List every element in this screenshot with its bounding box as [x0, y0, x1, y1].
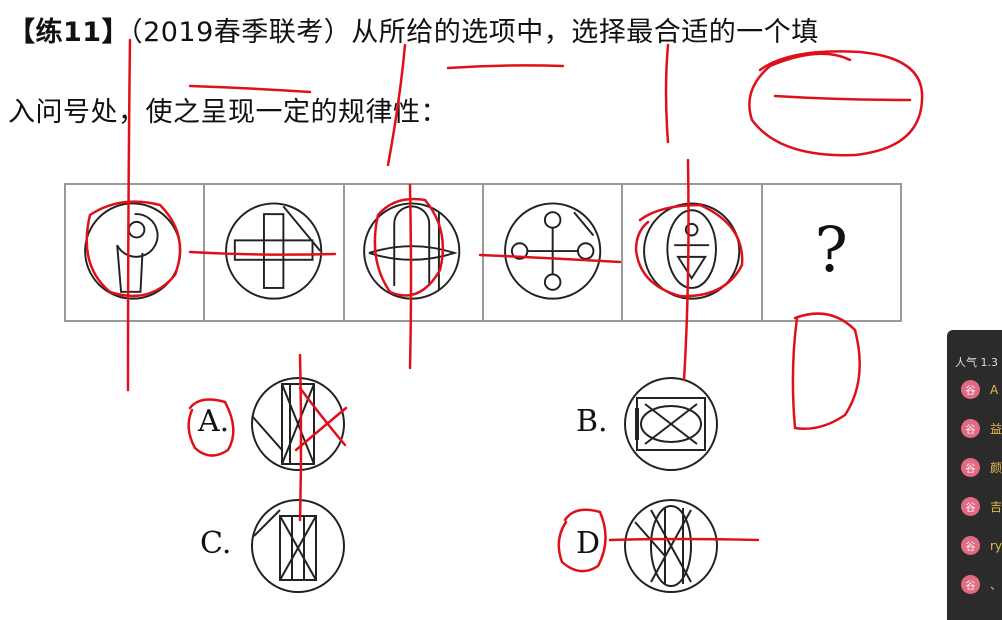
- option-a-figure[interactable]: [248, 374, 348, 474]
- option-c-figure[interactable]: [248, 496, 348, 596]
- chat-message: 吉: [990, 500, 1002, 514]
- user-avatar-icon: 谷: [961, 536, 980, 555]
- user-avatar-icon: 谷: [961, 419, 980, 438]
- figure-strip: ?: [64, 183, 902, 322]
- user-avatar-icon: 谷: [961, 575, 980, 594]
- user-avatar-icon: 谷: [961, 497, 980, 516]
- figure-cell-3: [345, 185, 484, 320]
- option-d-label[interactable]: D: [576, 526, 600, 561]
- chat-popularity-label: 人气 1.3: [955, 356, 998, 369]
- figure-3-capsule: [362, 202, 460, 300]
- figure-cell-1: [66, 185, 206, 320]
- chat-item[interactable]: 谷 、: [947, 565, 1002, 604]
- user-avatar-icon: 谷: [961, 380, 980, 399]
- chat-item[interactable]: 谷 颜: [947, 448, 1002, 487]
- figure-cell-4: [484, 185, 624, 320]
- figure-1-keyhole: [84, 202, 182, 300]
- option-c-label[interactable]: C.: [200, 526, 231, 561]
- chat-item[interactable]: 谷 吉: [947, 487, 1002, 526]
- chat-message: A: [990, 382, 999, 397]
- figure-4-crosshair: [504, 202, 602, 300]
- figure-2-cross: [225, 202, 323, 300]
- option-b-figure[interactable]: [621, 374, 721, 474]
- user-avatar-icon: 谷: [961, 458, 980, 477]
- option-d-figure[interactable]: [621, 496, 721, 596]
- option-b-label[interactable]: B.: [576, 404, 608, 439]
- chat-item[interactable]: 谷 A: [947, 370, 1002, 409]
- question-line-1: 【练11】（2019春季联考）从所给的选项中，选择最合适的一个填: [8, 10, 819, 49]
- figure-cell-5: [623, 185, 763, 320]
- question-tag: 【练11】: [8, 17, 130, 48]
- figure-5-oval: [643, 202, 741, 300]
- chat-item[interactable]: 谷 益: [947, 409, 1002, 448]
- option-a-label[interactable]: A.: [198, 404, 229, 439]
- chat-message: 益: [990, 422, 1002, 436]
- chat-item[interactable]: 谷 ry: [947, 526, 1002, 565]
- chat-panel[interactable]: 人气 1.3 谷 A 谷 益 谷 颜 谷 吉 谷 ry 谷 、: [947, 330, 1002, 620]
- question-source: （2019春季联考）: [129, 17, 352, 48]
- chat-message: 颜: [990, 461, 1002, 475]
- question-line-2: 入问号处，使之呈现一定的规律性：: [8, 97, 448, 128]
- figure-cell-2: [205, 185, 345, 320]
- figure-cell-6: ?: [763, 185, 900, 320]
- question-text-1: 从所给的选项中，选择最合适的一个填: [351, 17, 819, 48]
- chat-message: ry: [990, 538, 1002, 553]
- chat-message: 、: [990, 578, 1002, 592]
- question-mark: ?: [814, 213, 848, 286]
